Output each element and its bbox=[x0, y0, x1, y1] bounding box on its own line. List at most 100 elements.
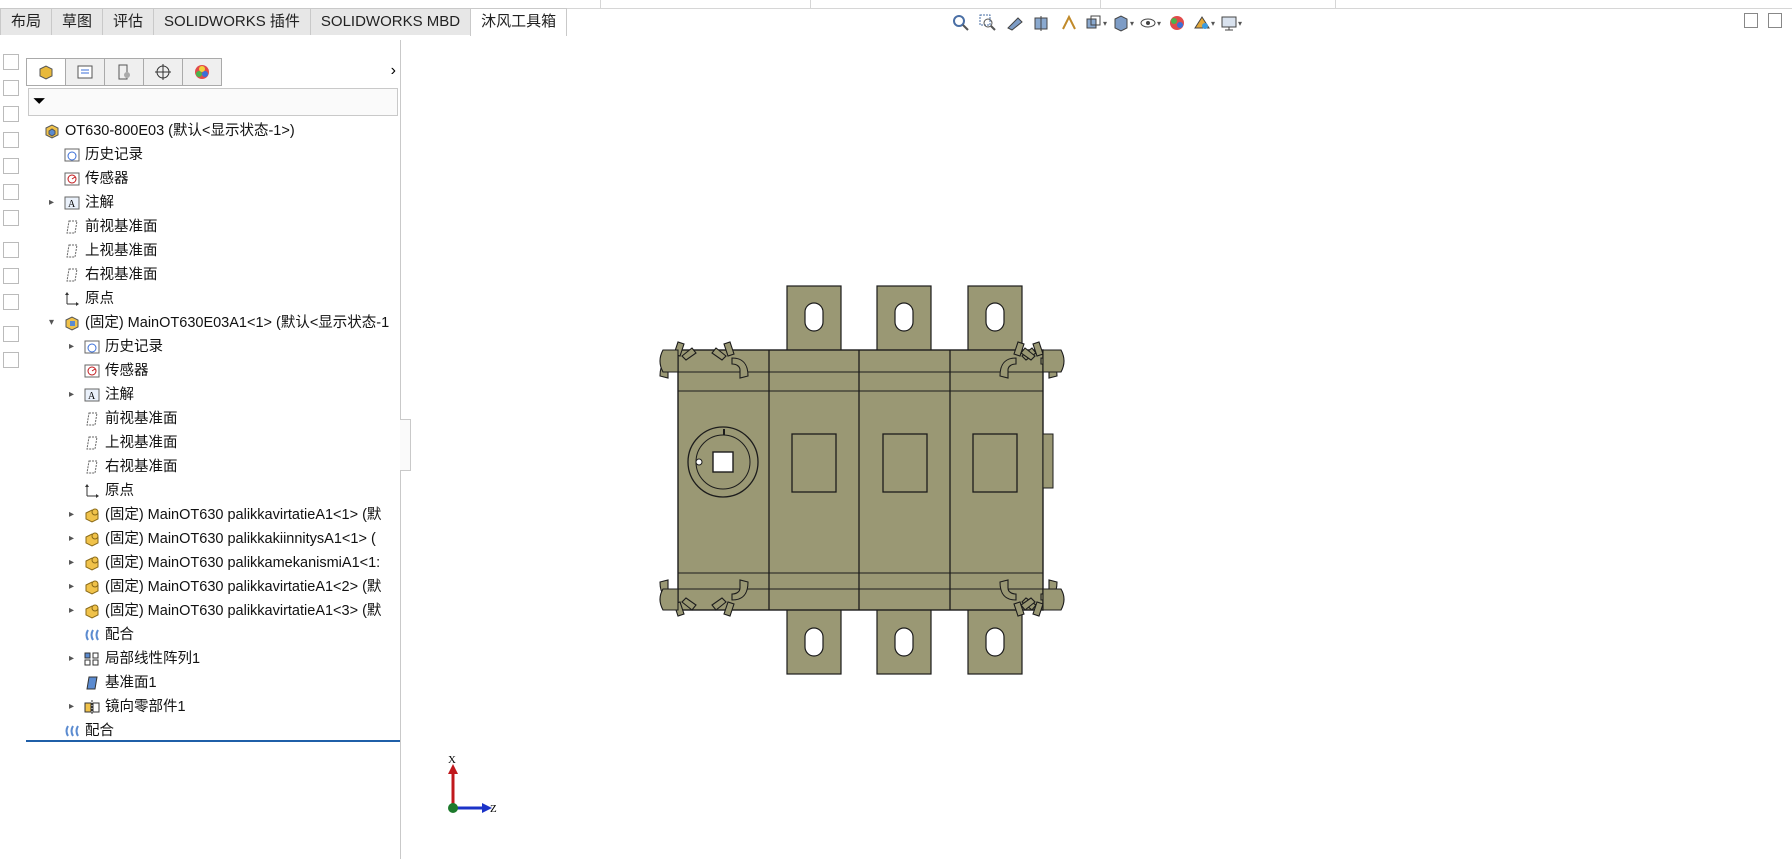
expand-panel-icon[interactable] bbox=[1768, 13, 1782, 28]
tree-item[interactable]: 配合 bbox=[26, 623, 400, 647]
display-manager-tab[interactable] bbox=[182, 58, 222, 86]
top-strip-divider bbox=[1100, 0, 1101, 8]
terminal-slot bbox=[894, 302, 914, 332]
ribbon-tab[interactable]: SOLIDWORKS MBD bbox=[309, 8, 472, 35]
task-strip-icon[interactable] bbox=[3, 106, 19, 122]
tree-item[interactable]: 前视基准面 bbox=[26, 215, 400, 239]
tree-expander-icon[interactable]: ▸ bbox=[69, 575, 79, 599]
tree-item[interactable]: ▸ (固定) MainOT630 palikkavirtatieA1<2> (默 bbox=[26, 575, 400, 599]
tree-expander-icon[interactable]: ▾ bbox=[49, 311, 59, 335]
ribbon-tab[interactable]: 沐风工具箱 bbox=[470, 8, 568, 36]
feature-tree: OT630-800E03 (默认<显示状态-1>) 历史记录 传感器 ▸ A 注解 前视基准… bbox=[26, 119, 400, 743]
section-view-icon[interactable] bbox=[1031, 13, 1053, 33]
tree-item[interactable]: ▸ 历史记录 bbox=[26, 335, 400, 359]
tree-expander-icon[interactable]: ▸ bbox=[69, 551, 79, 575]
tree-item[interactable]: 传感器 bbox=[26, 359, 400, 383]
tree-item[interactable]: ▸ 局部线性阵列1 bbox=[26, 647, 400, 671]
tree-item[interactable]: ▸ (固定) MainOT630 palikkakiinnitysA1<1> ( bbox=[26, 527, 400, 551]
chevron-right-icon[interactable]: › bbox=[391, 62, 396, 80]
edit-appearance-icon[interactable] bbox=[1166, 13, 1188, 33]
ribbon-tab[interactable]: 评估 bbox=[102, 8, 155, 35]
tree-expander-icon[interactable]: ▸ bbox=[69, 647, 79, 671]
task-strip-icon[interactable] bbox=[3, 352, 19, 368]
task-strip-icon[interactable] bbox=[3, 242, 19, 258]
tree-expander-icon[interactable]: ▸ bbox=[69, 503, 79, 527]
tree-item[interactable]: ▾ (固定) MainOT630E03A1<1> (默认<显示状态-1 bbox=[26, 311, 400, 335]
tree-item[interactable]: 上视基准面 bbox=[26, 239, 400, 263]
plane-icon bbox=[64, 219, 80, 235]
side-knob bbox=[1042, 433, 1054, 489]
dropdown-arrow-icon[interactable]: ▾ bbox=[1103, 19, 1107, 28]
tree-expander-icon[interactable]: ▸ bbox=[69, 695, 79, 719]
ribbon-tab[interactable]: 草图 bbox=[51, 8, 104, 35]
tree-expander-icon[interactable]: ▸ bbox=[69, 383, 79, 407]
task-strip-icon[interactable] bbox=[3, 326, 19, 342]
dynamic-annotation-icon[interactable] bbox=[1058, 13, 1080, 33]
task-strip-icon[interactable] bbox=[3, 54, 19, 70]
tree-expander-icon[interactable]: ▸ bbox=[69, 599, 79, 623]
previous-view-icon[interactable] bbox=[1004, 13, 1026, 33]
mate-icon bbox=[84, 627, 100, 643]
plane-icon bbox=[64, 243, 80, 259]
triad-x-label: X bbox=[448, 754, 456, 766]
tree-item[interactable]: 原点 bbox=[26, 479, 400, 503]
tree-item[interactable]: ▸ (固定) MainOT630 palikkavirtatieA1<3> (默 bbox=[26, 599, 400, 623]
tree-item[interactable]: ▸ (固定) MainOT630 palikkamekanismiA1<1: bbox=[26, 551, 400, 575]
ribbon-tab[interactable]: 布局 bbox=[0, 8, 53, 35]
tree-item-label: 前视基准面 bbox=[105, 411, 178, 427]
plane-icon bbox=[84, 435, 100, 451]
tree-item[interactable]: ▸ 镜向零部件1 bbox=[26, 695, 400, 719]
task-strip-icon[interactable] bbox=[3, 132, 19, 148]
tree-item[interactable]: 传感器 bbox=[26, 167, 400, 191]
tree-item[interactable]: 基准面1 bbox=[26, 671, 400, 695]
dimxpert-manager-tab[interactable] bbox=[143, 58, 183, 86]
task-strip-icon[interactable] bbox=[3, 294, 19, 310]
dropdown-arrow-icon[interactable]: ▾ bbox=[1238, 19, 1242, 28]
heads-up-view-toolbar: ▾ ▾ ▾ ▾ ▾ bbox=[950, 11, 1242, 35]
plane-icon bbox=[84, 411, 100, 427]
triad-origin bbox=[448, 803, 458, 813]
tree-item[interactable]: 上视基准面 bbox=[26, 431, 400, 455]
task-strip-icon[interactable] bbox=[3, 80, 19, 96]
filter-icon[interactable]: ⏷ bbox=[33, 93, 46, 111]
tree-item[interactable]: 原点 bbox=[26, 287, 400, 311]
feature-tree-tab[interactable] bbox=[26, 58, 66, 86]
zoom-to-fit-icon[interactable] bbox=[950, 13, 972, 33]
dropdown-arrow-icon[interactable]: ▾ bbox=[1211, 19, 1215, 28]
dropdown-arrow-icon[interactable]: ▾ bbox=[1130, 19, 1134, 28]
tree-filter[interactable]: ⏷ bbox=[28, 88, 398, 116]
tree-item[interactable]: 右视基准面 bbox=[26, 263, 400, 287]
tree-item[interactable]: ▸ A 注解 bbox=[26, 383, 400, 407]
tree-expander-icon[interactable]: ▸ bbox=[69, 527, 79, 551]
mate-icon bbox=[64, 723, 80, 739]
task-strip-icon[interactable] bbox=[3, 210, 19, 226]
tree-item[interactable]: ▸ A 注解 bbox=[26, 191, 400, 215]
tree-expander-icon[interactable]: ▸ bbox=[69, 335, 79, 359]
view-orientation-icon[interactable]: ▾ bbox=[1085, 13, 1107, 33]
task-strip-icon[interactable] bbox=[3, 158, 19, 174]
task-strip-icon[interactable] bbox=[3, 268, 19, 284]
tree-item[interactable]: 历史记录 bbox=[26, 143, 400, 167]
configuration-manager-tab[interactable] bbox=[104, 58, 144, 86]
tree-item[interactable]: 右视基准面 bbox=[26, 455, 400, 479]
part-icon bbox=[84, 531, 100, 547]
restore-panel-icon[interactable] bbox=[1744, 13, 1758, 28]
tree-item[interactable]: ▸ (固定) MainOT630 palikkavirtatieA1<1> (默 bbox=[26, 503, 400, 527]
hide-show-icon[interactable]: ▾ bbox=[1139, 13, 1161, 33]
tree-item[interactable]: OT630-800E03 (默认<显示状态-1>) bbox=[26, 119, 400, 143]
command-manager-tabs: 布局 草图 评估 SOLIDWORKS 插件 SOLIDWORKS MBD 沐风工具箱 bbox=[0, 8, 568, 36]
tree-expander-icon[interactable]: ▸ bbox=[49, 191, 59, 215]
panel-bottom-bar bbox=[26, 740, 400, 742]
task-strip-icon[interactable] bbox=[3, 184, 19, 200]
tree-item[interactable]: 前视基准面 bbox=[26, 407, 400, 431]
graphics-area[interactable] bbox=[401, 36, 1792, 859]
property-manager-tab[interactable] bbox=[65, 58, 105, 86]
dropdown-arrow-icon[interactable]: ▾ bbox=[1157, 19, 1161, 28]
history-icon bbox=[84, 339, 100, 355]
ribbon-tab[interactable]: SOLIDWORKS 插件 bbox=[153, 8, 311, 35]
zoom-area-icon[interactable] bbox=[977, 13, 999, 33]
apply-scene-icon[interactable]: ▾ bbox=[1193, 13, 1215, 33]
view-settings-icon[interactable]: ▾ bbox=[1220, 13, 1242, 33]
clip-tab bbox=[659, 349, 679, 373]
display-style-icon[interactable]: ▾ bbox=[1112, 13, 1134, 33]
